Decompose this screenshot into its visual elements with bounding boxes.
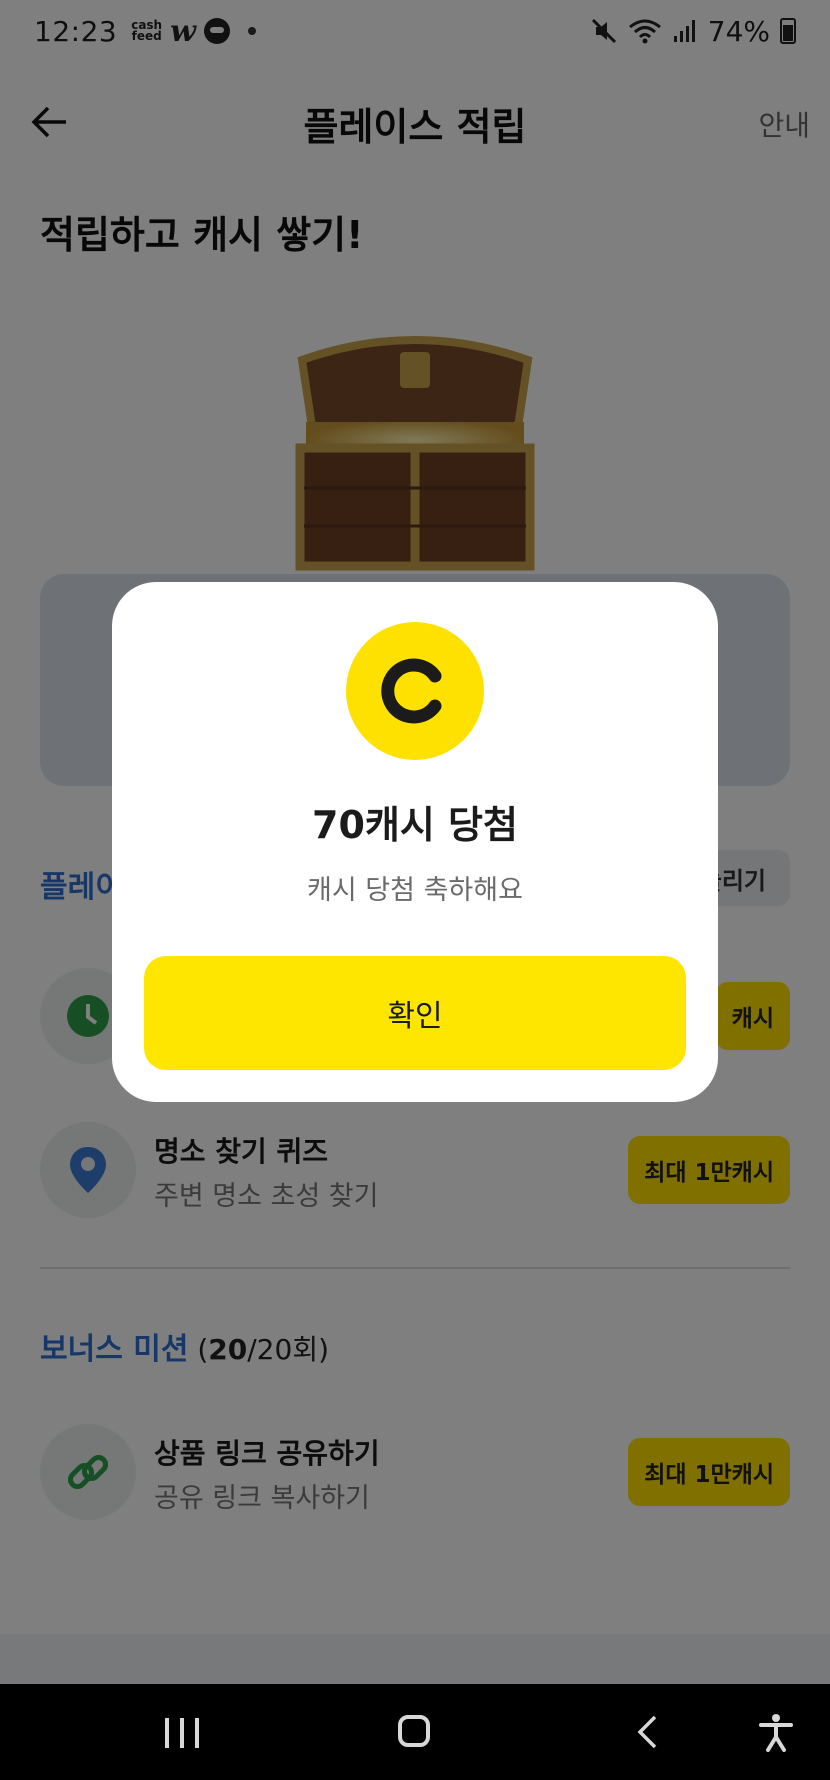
accessibility-icon[interactable] <box>756 1712 796 1752</box>
dialog-title: 70캐시 당첨 <box>312 803 518 847</box>
coin-c-icon <box>381 658 442 724</box>
cash-coin-icon <box>346 622 484 760</box>
recents-icon[interactable] <box>165 1718 199 1748</box>
confirm-button[interactable]: 확인 <box>144 956 686 1070</box>
nav-back-icon[interactable] <box>636 1714 658 1750</box>
dialog-subtitle: 캐시 당첨 축하해요 <box>307 875 523 906</box>
reward-dialog: 70캐시 당첨 캐시 당첨 축하해요 확인 <box>112 582 718 1102</box>
system-nav-bar <box>0 1684 830 1780</box>
home-icon[interactable] <box>398 1715 430 1747</box>
